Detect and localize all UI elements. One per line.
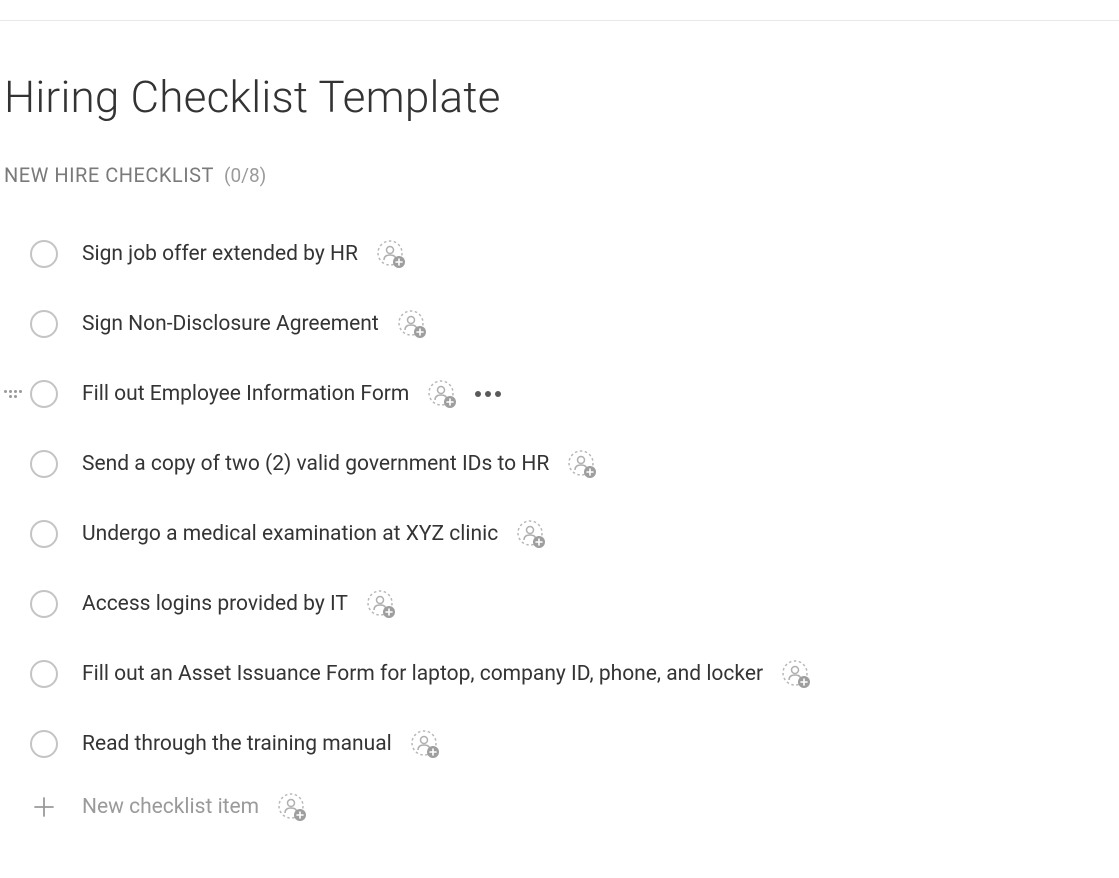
checkbox[interactable] — [30, 590, 58, 618]
section-header: NEW HIRE CHECKLIST (0/8) — [4, 163, 1119, 187]
new-item-placeholder[interactable]: New checklist item — [82, 795, 259, 819]
item-label[interactable]: Sign Non-Disclosure Agreement — [82, 312, 379, 336]
section-title: NEW HIRE CHECKLIST — [4, 163, 214, 187]
item-label[interactable]: Send a copy of two (2) valid government … — [82, 452, 549, 476]
item-label[interactable]: Fill out an Asset Issuance Form for lapt… — [82, 662, 763, 686]
item-label[interactable]: Read through the training manual — [82, 732, 392, 756]
item-label[interactable]: Sign job offer extended by HR — [82, 242, 358, 266]
assign-person-icon[interactable] — [781, 659, 811, 689]
checklist-item[interactable]: Read through the training manual — [30, 709, 1119, 779]
drag-handle-icon[interactable] — [4, 385, 22, 403]
checkbox[interactable] — [30, 730, 58, 758]
checkbox[interactable] — [30, 520, 58, 548]
content-area: Hiring Checklist Template NEW HIRE CHECK… — [0, 21, 1119, 835]
checklist-item[interactable]: Access logins provided by IT — [30, 569, 1119, 639]
checklist-item[interactable]: Fill out Employee Information Form — [30, 359, 1119, 429]
checkbox[interactable] — [30, 380, 58, 408]
checkbox[interactable] — [30, 310, 58, 338]
more-menu-icon[interactable] — [475, 391, 501, 397]
checklist-item[interactable]: Send a copy of two (2) valid government … — [30, 429, 1119, 499]
checklist-item[interactable]: Sign Non-Disclosure Agreement — [30, 289, 1119, 359]
item-label[interactable]: Undergo a medical examination at XYZ cli… — [82, 522, 498, 546]
new-checklist-item[interactable]: New checklist item — [30, 779, 1119, 835]
checkbox[interactable] — [30, 450, 58, 478]
checkbox[interactable] — [30, 240, 58, 268]
checklist-item[interactable]: Undergo a medical examination at XYZ cli… — [30, 499, 1119, 569]
page-title[interactable]: Hiring Checklist Template — [4, 71, 1119, 123]
assign-person-icon[interactable] — [516, 519, 546, 549]
assign-person-icon[interactable] — [397, 309, 427, 339]
item-label[interactable]: Fill out Employee Information Form — [82, 382, 409, 406]
checklist-item[interactable]: Sign job offer extended by HR — [30, 219, 1119, 289]
assign-person-icon[interactable] — [567, 449, 597, 479]
assign-person-icon[interactable] — [427, 379, 457, 409]
checkbox[interactable] — [30, 660, 58, 688]
assign-person-icon[interactable] — [410, 729, 440, 759]
section-count: (0/8) — [224, 164, 266, 187]
checklist: Sign job offer extended by HR Sign Non-D… — [4, 219, 1119, 835]
item-label[interactable]: Access logins provided by IT — [82, 592, 348, 616]
checklist-item[interactable]: Fill out an Asset Issuance Form for lapt… — [30, 639, 1119, 709]
assign-person-icon[interactable] — [366, 589, 396, 619]
assign-person-icon[interactable] — [277, 792, 307, 822]
assign-person-icon[interactable] — [376, 239, 406, 269]
plus-icon[interactable] — [30, 793, 58, 821]
